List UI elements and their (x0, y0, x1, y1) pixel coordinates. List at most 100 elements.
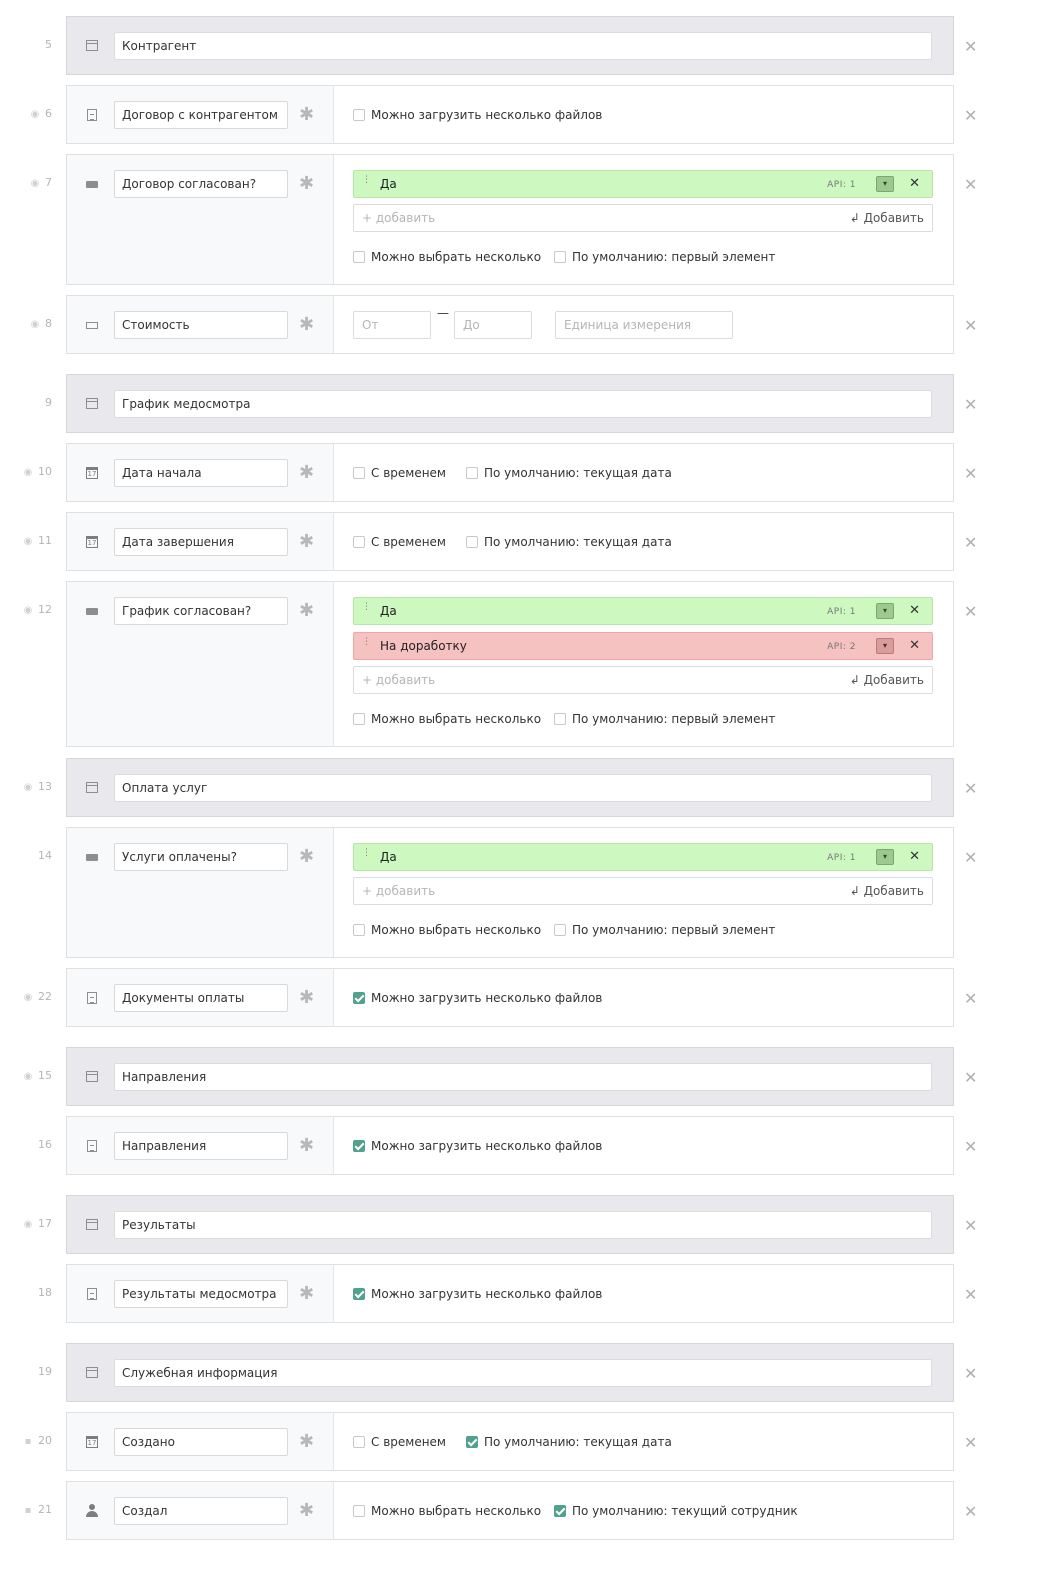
option-delete-icon[interactable]: ✕ (909, 849, 920, 865)
required-toggle-icon[interactable]: ✱ (299, 602, 314, 620)
field-name-input[interactable]: Служебная информация (114, 1359, 932, 1387)
delete-field-icon[interactable]: ✕ (964, 1070, 977, 1086)
checkbox-option[interactable]: Можно выбрать несколько (353, 922, 541, 938)
checkbox[interactable] (353, 1505, 365, 1517)
checkbox[interactable] (554, 1505, 566, 1517)
option-dropdown-icon[interactable]: ▾ (876, 638, 894, 654)
add-option-input[interactable]: + добавить ↲ Добавить (353, 666, 933, 694)
required-toggle-icon[interactable]: ✱ (299, 1502, 314, 1520)
delete-field-icon[interactable]: ✕ (964, 318, 977, 334)
checkbox[interactable] (353, 251, 365, 263)
checkbox-option[interactable]: Можно загрузить несколько файлов (353, 107, 602, 123)
checkbox-option[interactable]: Можно загрузить несколько файлов (353, 990, 602, 1006)
delete-field-icon[interactable]: ✕ (964, 850, 977, 866)
option-dropdown-icon[interactable]: ▾ (876, 603, 894, 619)
required-toggle-icon[interactable]: ✱ (299, 1433, 314, 1451)
checkbox-option[interactable]: Можно загрузить несколько файлов (353, 1138, 602, 1154)
drag-handle-icon[interactable]: ⋮ (362, 638, 371, 647)
checkbox[interactable] (554, 251, 566, 263)
field-name-input[interactable]: Услуги оплачены? (114, 843, 288, 871)
checkbox-option[interactable]: Можно выбрать несколько (353, 1503, 541, 1519)
field-name-input[interactable]: Договор с контрагентом (114, 101, 288, 129)
checkbox-option[interactable]: По умолчанию: первый элемент (554, 249, 775, 265)
checkbox[interactable] (353, 1288, 365, 1300)
option-delete-icon[interactable]: ✕ (909, 176, 920, 192)
delete-field-icon[interactable]: ✕ (964, 177, 977, 193)
checkbox-option[interactable]: По умолчанию: текущая дата (466, 1434, 672, 1450)
delete-field-icon[interactable]: ✕ (964, 466, 977, 482)
field-name-input[interactable]: Направления (114, 1132, 288, 1160)
field-name-input[interactable]: График согласован? (114, 597, 288, 625)
required-toggle-icon[interactable]: ✱ (299, 175, 314, 193)
drag-handle-icon[interactable]: ⋮ (362, 176, 371, 185)
required-toggle-icon[interactable]: ✱ (299, 1285, 314, 1303)
checkbox[interactable] (466, 1436, 478, 1448)
delete-field-icon[interactable]: ✕ (964, 39, 977, 55)
delete-field-icon[interactable]: ✕ (964, 535, 977, 551)
range-from-input[interactable]: От (353, 311, 431, 339)
drag-handle-icon[interactable]: ⋮ (362, 603, 371, 612)
add-option-button[interactable]: ↲ Добавить (850, 673, 924, 687)
unit-input[interactable]: Единица измерения (555, 311, 733, 339)
add-option-button[interactable]: ↲ Добавить (850, 211, 924, 225)
delete-field-icon[interactable]: ✕ (964, 108, 977, 124)
field-name-input[interactable]: Результаты медосмотра (114, 1280, 288, 1308)
checkbox[interactable] (353, 992, 365, 1004)
checkbox-option[interactable]: По умолчанию: текущая дата (466, 465, 672, 481)
checkbox-option[interactable]: По умолчанию: первый элемент (554, 922, 775, 938)
field-name-input[interactable]: Создал (114, 1497, 288, 1525)
option-item[interactable]: ⋮ Да API: 1 ▾ ✕ (353, 170, 933, 198)
required-toggle-icon[interactable]: ✱ (299, 533, 314, 551)
delete-field-icon[interactable]: ✕ (964, 1435, 977, 1451)
delete-field-icon[interactable]: ✕ (964, 1218, 977, 1234)
checkbox[interactable] (353, 467, 365, 479)
required-toggle-icon[interactable]: ✱ (299, 106, 314, 124)
delete-field-icon[interactable]: ✕ (964, 397, 977, 413)
range-to-input[interactable]: До (454, 311, 532, 339)
checkbox-option[interactable]: По умолчанию: первый элемент (554, 711, 775, 727)
delete-field-icon[interactable]: ✕ (964, 1504, 977, 1520)
checkbox-option[interactable]: Можно загрузить несколько файлов (353, 1286, 602, 1302)
required-toggle-icon[interactable]: ✱ (299, 848, 314, 866)
drag-handle-icon[interactable]: ⋮ (362, 849, 371, 858)
field-name-input[interactable]: Договор согласован? (114, 170, 288, 198)
field-name-input[interactable]: Дата начала (114, 459, 288, 487)
checkbox-option[interactable]: С временем (353, 465, 446, 481)
delete-field-icon[interactable]: ✕ (964, 1287, 977, 1303)
field-name-input[interactable]: Контрагент (114, 32, 932, 60)
checkbox[interactable] (353, 1436, 365, 1448)
add-option-input[interactable]: + добавить ↲ Добавить (353, 204, 933, 232)
delete-field-icon[interactable]: ✕ (964, 991, 977, 1007)
checkbox[interactable] (466, 467, 478, 479)
required-toggle-icon[interactable]: ✱ (299, 1137, 314, 1155)
option-dropdown-icon[interactable]: ▾ (876, 176, 894, 192)
checkbox-option[interactable]: По умолчанию: текущая дата (466, 534, 672, 550)
checkbox-option[interactable]: Можно выбрать несколько (353, 711, 541, 727)
option-item[interactable]: ⋮ Да API: 1 ▾ ✕ (353, 597, 933, 625)
option-delete-icon[interactable]: ✕ (909, 638, 920, 654)
checkbox-option[interactable]: По умолчанию: текущий сотрудник (554, 1503, 798, 1519)
field-name-input[interactable]: Результаты (114, 1211, 932, 1239)
required-toggle-icon[interactable]: ✱ (299, 989, 314, 1007)
field-name-input[interactable]: Направления (114, 1063, 932, 1091)
field-name-input[interactable]: Дата завершения (114, 528, 288, 556)
delete-field-icon[interactable]: ✕ (964, 1139, 977, 1155)
required-toggle-icon[interactable]: ✱ (299, 464, 314, 482)
delete-field-icon[interactable]: ✕ (964, 781, 977, 797)
add-option-input[interactable]: + добавить ↲ Добавить (353, 877, 933, 905)
delete-field-icon[interactable]: ✕ (964, 1366, 977, 1382)
checkbox[interactable] (353, 924, 365, 936)
option-item[interactable]: ⋮ Да API: 1 ▾ ✕ (353, 843, 933, 871)
option-delete-icon[interactable]: ✕ (909, 603, 920, 619)
checkbox-option[interactable]: С временем (353, 1434, 446, 1450)
checkbox[interactable] (466, 536, 478, 548)
field-name-input[interactable]: График медосмотра (114, 390, 932, 418)
field-name-input[interactable]: Создано (114, 1428, 288, 1456)
field-name-input[interactable]: Стоимость (114, 311, 288, 339)
delete-field-icon[interactable]: ✕ (964, 604, 977, 620)
checkbox[interactable] (353, 713, 365, 725)
required-toggle-icon[interactable]: ✱ (299, 316, 314, 334)
checkbox[interactable] (353, 1140, 365, 1152)
field-name-input[interactable]: Документы оплаты (114, 984, 288, 1012)
option-dropdown-icon[interactable]: ▾ (876, 849, 894, 865)
